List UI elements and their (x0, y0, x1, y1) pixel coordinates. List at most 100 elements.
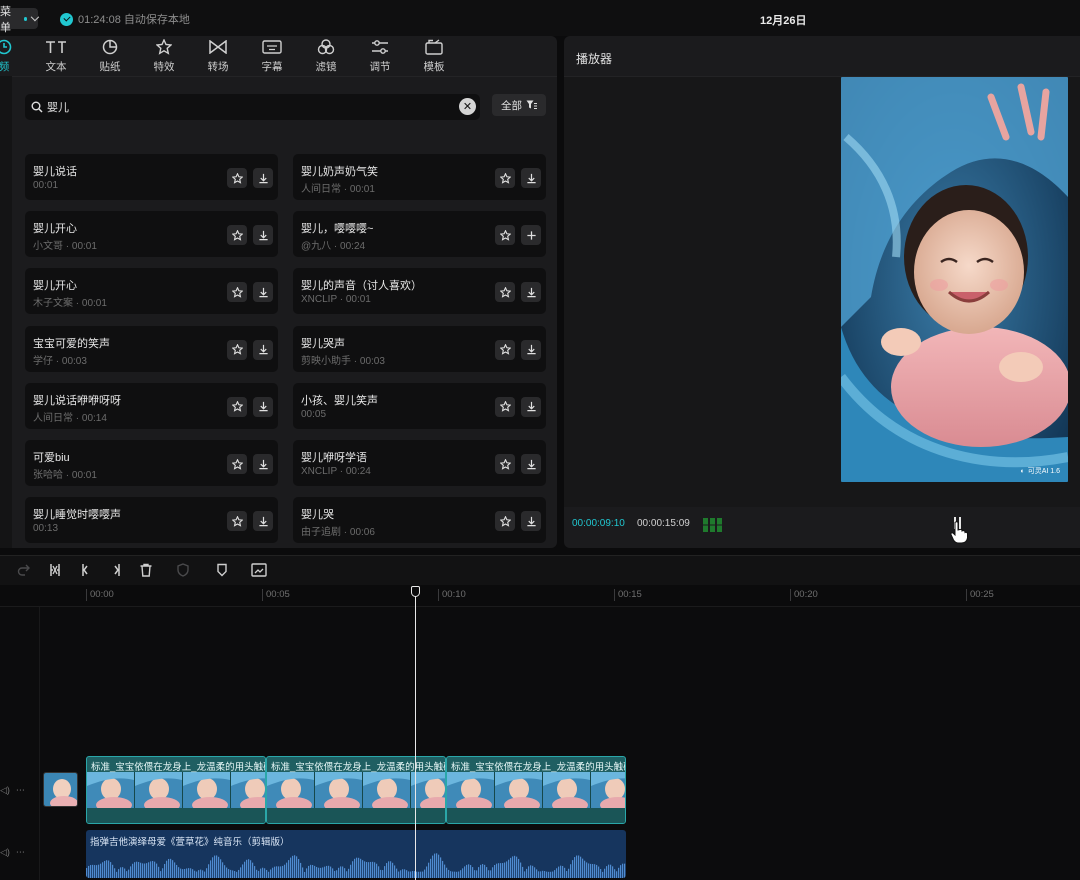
clip-frame-thumbnail (135, 772, 183, 813)
download-icon[interactable] (253, 339, 273, 360)
favorite-star-icon[interactable] (227, 396, 247, 417)
cover-thumbnail[interactable] (43, 772, 78, 807)
search-input[interactable]: 婴儿 ✕ (25, 94, 480, 120)
video-clip[interactable]: 标准_宝宝依偎在龙身上_龙温柔的用头触碰 (446, 756, 626, 824)
more-icon[interactable]: ⋯ (16, 785, 25, 796)
sound-meta: 00:13 (33, 523, 59, 535)
tab-effects[interactable]: 特效 (144, 38, 184, 74)
download-icon[interactable] (253, 168, 273, 188)
speaker-icon[interactable]: ◁) (0, 847, 10, 858)
playhead-handle[interactable] (411, 586, 420, 597)
favorite-star-icon[interactable] (495, 168, 515, 188)
sound-card[interactable]: 小孩、婴儿笑声 00:05 (293, 382, 546, 429)
freeze-icon[interactable] (174, 561, 192, 579)
audio-clip[interactable]: 指弹吉他演绎母爱《萱草花》纯音乐（剪辑版） (86, 830, 626, 878)
sound-card[interactable]: 婴儿睡觉时嘤嘤声 00:13 (25, 497, 278, 544)
tab-text[interactable]: 文本 (36, 38, 76, 74)
favorite-star-icon[interactable] (495, 454, 515, 474)
tab-sticker[interactable]: 贴纸 (90, 38, 130, 74)
sound-card[interactable]: 宝宝可爱的笑声 学仔 · 00:03 (25, 325, 278, 372)
tab-media[interactable]: 频 (0, 38, 24, 74)
filter-dropdown[interactable]: 全部 (492, 94, 546, 116)
sound-card[interactable]: 婴儿说话 00:01 (25, 154, 278, 200)
download-icon[interactable] (253, 396, 273, 417)
favorite-star-icon[interactable] (227, 339, 247, 360)
sound-meta: XNCLIP · 00:24 (301, 466, 371, 477)
download-icon[interactable] (521, 168, 541, 188)
download-icon[interactable] (253, 511, 273, 532)
favorite-star-icon[interactable] (495, 511, 515, 532)
more-icon[interactable]: ⋯ (16, 847, 25, 858)
preview-viewer[interactable]: ◐ 可灵AI 1.6 (564, 77, 1080, 507)
favorite-star-icon[interactable] (227, 168, 247, 188)
sound-card[interactable]: 婴儿奶声奶气笑 人间日常 · 00:01 (293, 154, 546, 200)
sound-name: 婴儿说话 (33, 166, 77, 178)
sticker-icon (102, 38, 118, 56)
favorite-star-icon[interactable] (495, 225, 515, 246)
video-clip[interactable]: 标准_宝宝依偎在龙身上_龙温柔的用头触碰 (266, 756, 446, 824)
download-icon[interactable] (253, 454, 273, 474)
split-left-icon[interactable] (77, 561, 95, 579)
sound-card[interactable]: 婴儿哭声 剪映小助手 · 00:03 (293, 325, 546, 372)
download-icon[interactable] (521, 454, 541, 474)
clip-frame-thumbnail (267, 772, 315, 813)
left-side-rail (0, 76, 12, 548)
sound-card[interactable]: 可爱biu 张哈哈 · 00:01 (25, 440, 278, 486)
sound-card[interactable]: 婴儿，嘤嘤嘤~ @九八 · 00:24 (293, 211, 546, 258)
favorite-star-icon[interactable] (227, 225, 247, 246)
time-ruler[interactable]: 00:00 00:05 00:10 00:15 00:20 00:25 (0, 585, 1080, 607)
tab-transition[interactable]: 转场 (198, 38, 238, 74)
split-right-icon[interactable] (107, 561, 125, 579)
sound-card[interactable]: 婴儿说话咿咿呀呀 人间日常 · 00:14 (25, 382, 278, 429)
delete-icon[interactable] (137, 561, 155, 579)
playhead[interactable] (415, 586, 416, 880)
favorite-star-icon[interactable] (495, 396, 515, 417)
sound-meta: 由子追剧 · 00:06 (301, 527, 375, 539)
tab-subtitle[interactable]: 字幕 (252, 38, 292, 74)
current-timecode: 00:00:09:10 (572, 518, 625, 529)
sound-name: 婴儿奶声奶气笑 (301, 166, 378, 178)
tab-adjust[interactable]: 调节 (360, 38, 400, 74)
sound-meta: 00:01 (33, 180, 59, 191)
tab-template-label: 模板 (423, 61, 445, 73)
sound-card[interactable]: 婴儿哭 由子追剧 · 00:06 (293, 497, 546, 544)
tab-filter[interactable]: 滤镜 (306, 38, 346, 74)
clear-search-icon[interactable]: ✕ (459, 98, 476, 115)
chevron-down-icon (31, 12, 40, 22)
menu-button[interactable]: 菜单 (0, 6, 40, 34)
download-icon[interactable] (521, 282, 541, 303)
speaker-icon[interactable]: ◁) (0, 785, 10, 796)
redo-icon[interactable] (15, 561, 33, 579)
preview-image (841, 77, 1068, 482)
download-icon[interactable] (253, 282, 273, 303)
sound-card[interactable]: 婴儿开心 小文哥 · 00:01 (25, 211, 278, 258)
add-icon[interactable] (521, 225, 541, 246)
split-icon[interactable] (46, 561, 64, 579)
sound-card[interactable]: 婴儿开心 木子文案 · 00:01 (25, 268, 278, 315)
favorite-star-icon[interactable] (227, 282, 247, 303)
favorite-star-icon[interactable] (495, 339, 515, 360)
sound-meta: 学仔 · 00:03 (33, 355, 87, 367)
video-clip[interactable]: 标准_宝宝依偎在龙身上_龙温柔的用头触碰 (86, 756, 266, 824)
marker-icon[interactable] (213, 561, 231, 579)
top-bar: 菜单 01:24:08 自动保存本地 12月26日 (0, 0, 1080, 36)
sound-name: 宝宝可爱的笑声 (33, 337, 110, 350)
download-icon[interactable] (521, 511, 541, 532)
favorite-star-icon[interactable] (227, 454, 247, 474)
autosave-status: 01:24:08 自动保存本地 (60, 11, 190, 27)
hand-cursor-icon (950, 521, 968, 544)
favorite-star-icon[interactable] (495, 282, 515, 303)
sound-name: 小孩、婴儿笑声 (301, 394, 378, 407)
crop-icon[interactable] (250, 561, 268, 579)
download-icon[interactable] (521, 396, 541, 417)
tab-adjust-label: 调节 (369, 61, 391, 73)
download-icon[interactable] (253, 225, 273, 246)
download-icon[interactable] (521, 339, 541, 360)
tab-filter-label: 滤镜 (315, 61, 337, 73)
favorite-star-icon[interactable] (227, 511, 247, 532)
sound-card[interactable]: 婴儿的声音（讨人喜欢） XNCLIP · 00:01 (293, 268, 546, 315)
tab-template[interactable]: 模板 (414, 38, 454, 74)
sound-card[interactable]: 婴儿咿呀学语 XNCLIP · 00:24 (293, 440, 546, 486)
preview-frame: ◐ 可灵AI 1.6 (841, 77, 1068, 482)
clip-frame-thumbnail (411, 772, 445, 813)
